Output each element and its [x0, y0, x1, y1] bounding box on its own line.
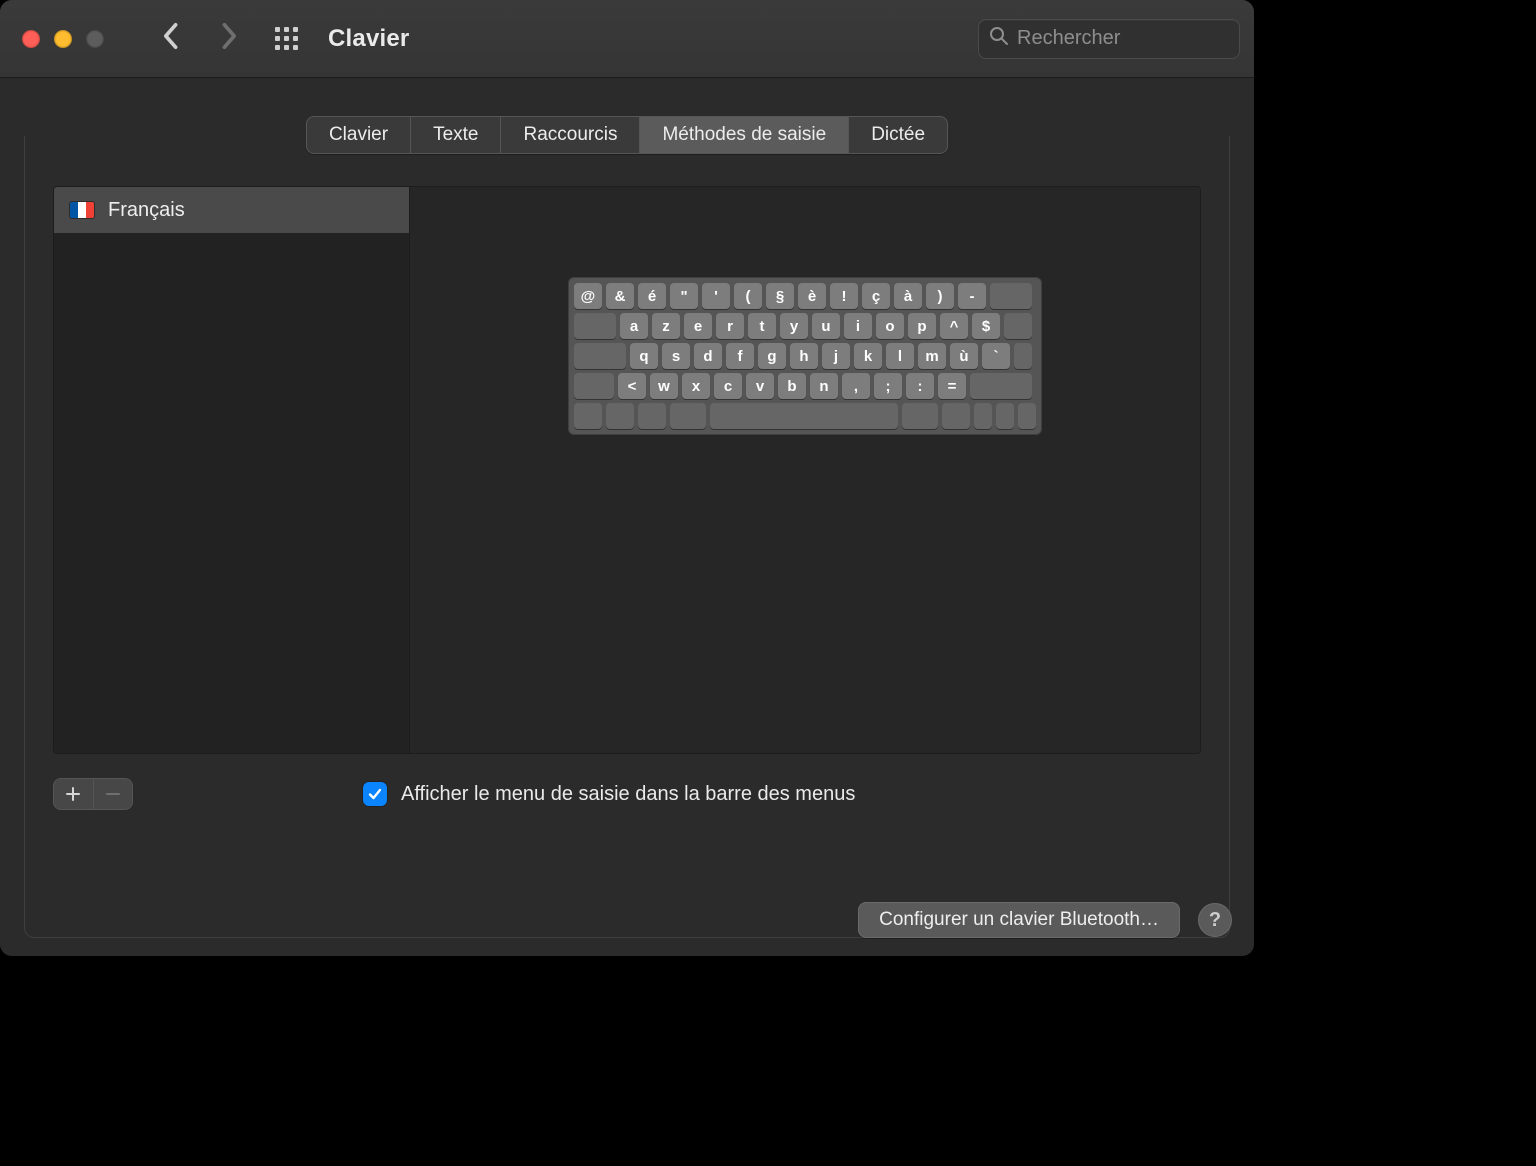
key-command-right [902, 403, 938, 429]
key-option-right [942, 403, 970, 429]
keyboard-preview: @ & é " ' ( § è ! ç à ) - [410, 187, 1200, 753]
key: o [876, 313, 904, 339]
search-field[interactable] [978, 19, 1240, 59]
nav-arrows [160, 22, 240, 55]
add-remove-segmented [53, 778, 133, 810]
key: u [812, 313, 840, 339]
key: a [620, 313, 648, 339]
input-source-label: Français [108, 199, 185, 222]
show-input-menu-checkbox[interactable] [363, 782, 387, 806]
key: ! [830, 283, 858, 309]
search-input[interactable] [1017, 27, 1229, 50]
key: ù [950, 343, 978, 369]
key: = [938, 373, 966, 399]
show-input-menu-row: Afficher le menu de saisie dans la barre… [363, 782, 855, 806]
key: r [716, 313, 744, 339]
key: t [748, 313, 776, 339]
key: q [630, 343, 658, 369]
key: k [854, 343, 882, 369]
key-backspace [990, 283, 1032, 309]
key: $ [972, 313, 1000, 339]
key: , [842, 373, 870, 399]
key: n [810, 373, 838, 399]
content-row: Français @ & é " ' ( § [53, 186, 1201, 754]
key: l [886, 343, 914, 369]
key: § [766, 283, 794, 309]
key: ^ [940, 313, 968, 339]
key: " [670, 283, 698, 309]
key: - [958, 283, 986, 309]
key: ' [702, 283, 730, 309]
key: p [908, 313, 936, 339]
key: c [714, 373, 742, 399]
back-button[interactable] [160, 22, 180, 55]
forward-button [220, 22, 240, 55]
key: : [906, 373, 934, 399]
key: ; [874, 373, 902, 399]
key: d [694, 343, 722, 369]
preferences-window: Clavier Clavier Texte Raccourcis Méthode… [0, 0, 1254, 956]
key: é [638, 283, 666, 309]
keyboard-layout: @ & é " ' ( § è ! ç à ) - [568, 277, 1042, 435]
key-fn [574, 403, 602, 429]
key: ( [734, 283, 762, 309]
configure-bluetooth-keyboard-button[interactable]: Configurer un clavier Bluetooth… [858, 902, 1180, 938]
key: y [780, 313, 808, 339]
key: x [682, 373, 710, 399]
key-enter-upper [1004, 313, 1032, 339]
key-arrow-left [974, 403, 992, 429]
window-controls [22, 30, 104, 48]
key: s [662, 343, 690, 369]
key: ` [982, 343, 1010, 369]
input-source-row[interactable]: Français [54, 187, 409, 233]
key-shift-right [970, 373, 1032, 399]
key: è [798, 283, 826, 309]
close-window-button[interactable] [22, 30, 40, 48]
key: f [726, 343, 754, 369]
key: ç [862, 283, 890, 309]
key-shift-left [574, 373, 614, 399]
zoom-window-button [86, 30, 104, 48]
flag-france-icon [70, 202, 94, 218]
bottom-bar: Configurer un clavier Bluetooth… ? [858, 902, 1232, 938]
key: j [822, 343, 850, 369]
titlebar: Clavier [0, 0, 1254, 78]
key-enter-lower [1014, 343, 1032, 369]
remove-input-source-button [94, 779, 133, 809]
key-arrow-updown [996, 403, 1014, 429]
key: ) [926, 283, 954, 309]
add-input-source-button[interactable] [54, 779, 94, 809]
key: < [618, 373, 646, 399]
key-tab [574, 313, 616, 339]
key: z [652, 313, 680, 339]
key: i [844, 313, 872, 339]
key: e [684, 313, 712, 339]
key: @ [574, 283, 602, 309]
key-space [710, 403, 898, 429]
key-option-left [638, 403, 666, 429]
search-icon [989, 26, 1017, 51]
key-arrow-right [1018, 403, 1036, 429]
key: v [746, 373, 774, 399]
key-ctrl [606, 403, 634, 429]
body: Clavier Texte Raccourcis Méthodes de sai… [0, 78, 1254, 956]
key: b [778, 373, 806, 399]
tab-panel: Français @ & é " ' ( § [24, 136, 1230, 938]
key-capslock [574, 343, 626, 369]
key: w [650, 373, 678, 399]
key: m [918, 343, 946, 369]
key: h [790, 343, 818, 369]
minimize-window-button[interactable] [54, 30, 72, 48]
key: à [894, 283, 922, 309]
input-sources-list[interactable]: Français [54, 187, 410, 753]
page-title: Clavier [328, 25, 409, 53]
key: g [758, 343, 786, 369]
help-button[interactable]: ? [1198, 903, 1232, 937]
below-row: Afficher le menu de saisie dans la barre… [53, 778, 1201, 810]
key: & [606, 283, 634, 309]
show-all-icon[interactable] [274, 26, 300, 52]
show-input-menu-label: Afficher le menu de saisie dans la barre… [401, 783, 855, 806]
key-command-left [670, 403, 706, 429]
